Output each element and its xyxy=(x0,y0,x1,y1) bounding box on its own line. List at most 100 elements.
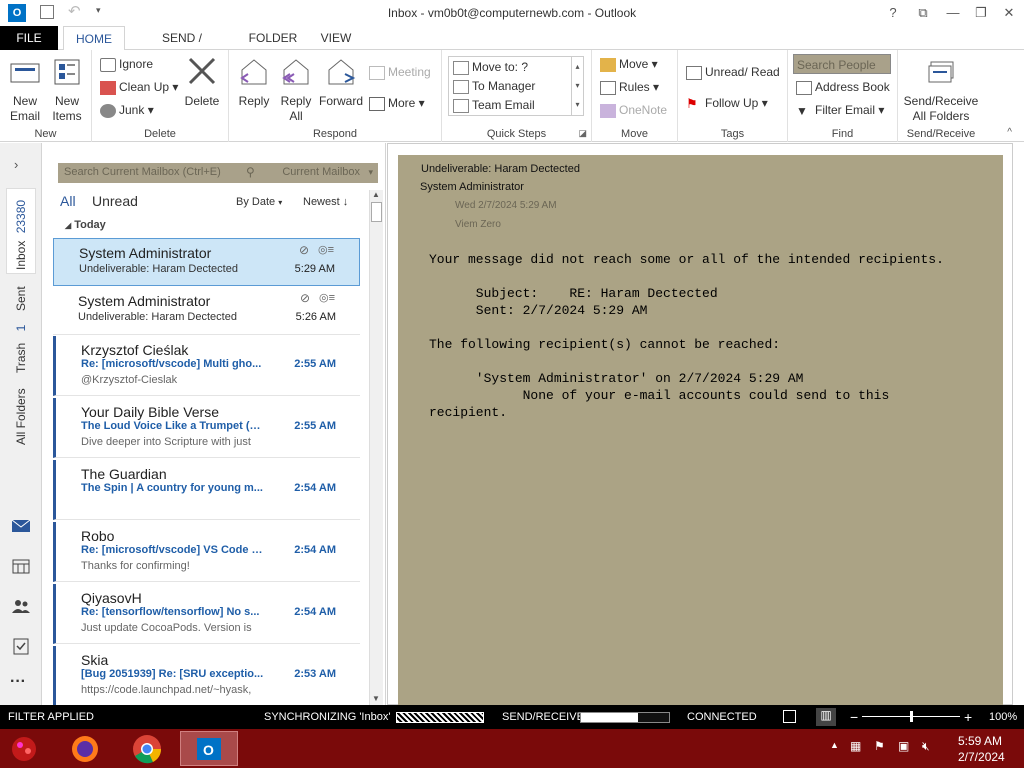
zoom-slider[interactable] xyxy=(862,711,960,722)
search-icon[interactable]: ⚲ xyxy=(246,165,255,179)
reading-to[interactable]: Viem Zero xyxy=(455,219,501,230)
reply-button[interactable]: Reply xyxy=(234,56,274,109)
chrome-taskbar-icon[interactable] xyxy=(125,731,169,766)
sort-order-toggle[interactable]: Newest ↓ xyxy=(303,196,348,208)
help-button[interactable]: ? xyxy=(882,3,904,23)
address-book-button[interactable]: Address Book xyxy=(796,77,890,97)
quick-step-move-to[interactable]: Move to: ? xyxy=(453,57,528,77)
message-preview: Thanks for confirming! xyxy=(81,560,190,572)
search-scope-dropdown[interactable]: Current Mailbox xyxy=(282,166,360,178)
reply-all-button[interactable]: Reply All xyxy=(276,56,316,124)
tab-folder[interactable]: FOLDER xyxy=(244,26,302,50)
tab-file[interactable]: FILE xyxy=(0,26,58,50)
follow-up-button[interactable]: ⚑ Follow Up ▾ xyxy=(686,93,768,113)
send-receive-all-button[interactable]: Send/Receive All Folders xyxy=(900,56,982,124)
tab-send-receive[interactable]: SEND / RECEIVE xyxy=(134,26,230,69)
message-list-scrollbar[interactable]: ▲ ▼ xyxy=(369,190,383,705)
quick-steps-scroll[interactable]: ▴ ▾ ▾ xyxy=(571,57,583,115)
status-bar: FILTER APPLIED SYNCHRONIZING 'Inbox' SEN… xyxy=(0,705,1024,729)
maximize-button[interactable]: ❐ xyxy=(970,3,992,23)
clean-up-button[interactable]: Clean Up ▾ xyxy=(100,77,178,97)
nav-inbox-label: Inbox 23380 xyxy=(14,200,28,270)
new-items-button[interactable]: New Items xyxy=(46,56,88,124)
ignore-label: Ignore xyxy=(119,57,154,71)
move-button[interactable]: Move ▾ xyxy=(600,54,658,74)
zoom-out-icon[interactable]: − xyxy=(850,709,858,725)
nav-trash[interactable]: Trash 1 xyxy=(14,325,28,373)
body-subject-line: Subject: RE: Haram Dectected xyxy=(429,286,718,301)
scrollbar-thumb[interactable] xyxy=(371,202,382,222)
action-center-flag-icon[interactable]: ⚑ xyxy=(874,739,885,753)
people-icon[interactable] xyxy=(11,598,31,614)
scroll-down-arrow-icon[interactable]: ▼ xyxy=(372,694,380,703)
calendar-icon[interactable] xyxy=(12,558,30,574)
list-item[interactable]: System Administrator Undeliverable: Hara… xyxy=(53,287,360,335)
start-button[interactable] xyxy=(4,731,48,766)
network-display-icon[interactable]: ▦ xyxy=(850,739,861,753)
zoom-in-icon[interactable]: + xyxy=(964,709,972,725)
more-modules-icon[interactable]: ··· xyxy=(10,673,26,691)
list-item[interactable]: System Administrator Undeliverable: Hara… xyxy=(53,238,360,286)
delete-button[interactable]: Delete xyxy=(180,56,224,109)
filter-unread[interactable]: Unread xyxy=(92,193,138,209)
list-item[interactable]: Krzysztof Cieślak Re: [microsoft/vscode]… xyxy=(53,336,360,396)
taskbar-date[interactable]: 2/7/2024 xyxy=(958,750,1005,764)
normal-view-icon[interactable] xyxy=(783,710,796,723)
forward-button[interactable]: Forward xyxy=(317,56,365,109)
junk-button[interactable]: Junk ▾ xyxy=(100,100,154,120)
scroll-up-arrow-icon[interactable]: ▲ xyxy=(372,190,380,199)
quick-step-to-manager[interactable]: To Manager xyxy=(453,76,535,96)
rules-button[interactable]: Rules ▾ xyxy=(600,77,659,97)
quick-step-team-email[interactable]: Team Email xyxy=(453,95,535,115)
group-header-today[interactable]: ◢ Today xyxy=(65,219,106,231)
filter-email-label: Filter Email xyxy=(815,103,876,117)
onenote-button[interactable]: OneNote xyxy=(600,100,667,120)
tasks-icon[interactable] xyxy=(12,637,30,655)
list-item[interactable]: Your Daily Bible Verse The Loud Voice Li… xyxy=(53,398,360,458)
message-sender: QiyasovH xyxy=(81,590,142,606)
sort-by-dropdown[interactable]: By Date ▾ xyxy=(236,196,282,208)
firefox-taskbar-icon[interactable] xyxy=(63,731,107,766)
reading-view-icon[interactable]: ▥ xyxy=(816,708,836,726)
reading-sender[interactable]: System Administrator xyxy=(420,181,524,193)
more-respond-button[interactable]: More ▾ xyxy=(369,93,425,113)
zoom-slider-thumb[interactable] xyxy=(910,711,913,722)
trash-count: 1 xyxy=(14,324,28,332)
mail-icon[interactable] xyxy=(11,518,31,534)
collapse-ribbon-icon[interactable]: ^ xyxy=(1007,127,1012,138)
team-email-icon xyxy=(453,98,469,113)
nav-sent[interactable]: Sent xyxy=(14,286,28,311)
volume-muted-icon[interactable]: 🔇︎ xyxy=(922,739,930,754)
message-subject: The Loud Voice Like a Trumpet (R... xyxy=(81,420,266,432)
minimize-button[interactable]: — xyxy=(942,3,964,23)
meeting-button[interactable]: Meeting xyxy=(369,62,431,82)
network-icon[interactable]: ▣ xyxy=(898,739,909,753)
expand-folder-pane-icon[interactable]: › xyxy=(14,157,18,172)
message-sender: Skia xyxy=(81,652,109,668)
body-recipients-heading: The following recipient(s) cannot be rea… xyxy=(429,337,781,352)
unread-read-button[interactable]: Unread/ Read xyxy=(686,62,780,82)
tab-home[interactable]: HOME xyxy=(63,26,125,51)
ignore-button[interactable]: Ignore xyxy=(100,54,153,74)
more-label: More xyxy=(388,96,416,110)
list-item[interactable]: Robo Re: [microsoft/vscode] VS Code c...… xyxy=(53,522,360,582)
zoom-level[interactable]: 100% xyxy=(989,711,1017,723)
show-hidden-icons-icon[interactable]: ▲ xyxy=(830,740,839,750)
outlook-taskbar-icon[interactable]: O xyxy=(180,731,238,766)
list-item[interactable]: The Guardian The Spin | A country for yo… xyxy=(53,460,360,520)
tab-view[interactable]: VIEW xyxy=(313,26,359,50)
list-item[interactable]: QiyasovH Re: [tensorflow/tensorflow] No … xyxy=(53,584,360,644)
reply-label: Reply xyxy=(238,94,270,108)
ribbon-display-options-button[interactable]: ⧉ xyxy=(912,3,934,23)
filter-email-button[interactable]: ▼ Filter Email ▾ xyxy=(796,100,884,120)
filter-all[interactable]: All xyxy=(60,193,76,209)
nav-all-folders[interactable]: All Folders xyxy=(14,388,28,445)
taskbar-time[interactable]: 5:59 AM xyxy=(958,734,1002,748)
list-item[interactable]: Skia [Bug 2051939] Re: [SRU exceptio... … xyxy=(53,646,360,705)
search-people-input[interactable]: Search People xyxy=(793,54,891,74)
message-sender: Your Daily Bible Verse xyxy=(81,404,220,420)
chevron-down-icon: ▾ xyxy=(368,167,373,177)
close-button[interactable]: ✕ xyxy=(998,3,1020,23)
new-email-button[interactable]: New Email xyxy=(4,56,46,124)
search-mailbox-input[interactable]: Search Current Mailbox (Ctrl+E) ⚲ Curren… xyxy=(58,163,378,183)
